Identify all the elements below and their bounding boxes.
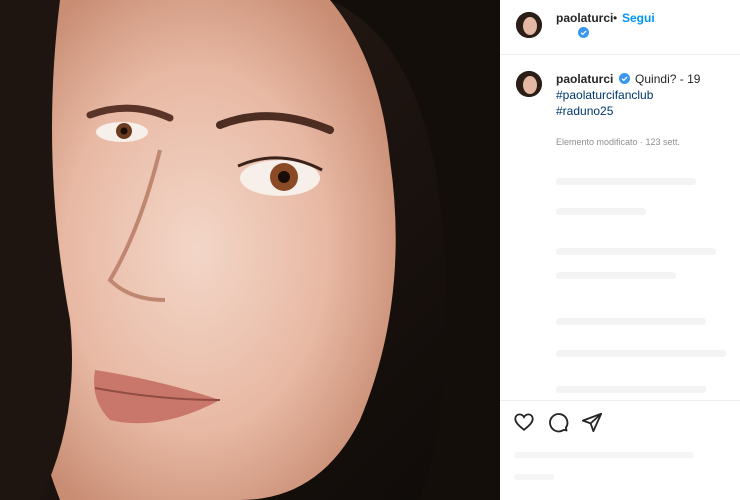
caption-avatar[interactable] — [516, 71, 542, 97]
heart-icon[interactable] — [513, 411, 535, 433]
action-bar — [500, 400, 740, 441]
faded-comment — [556, 178, 696, 185]
verified-badge-icon — [618, 73, 630, 84]
caption-username[interactable]: paolaturci — [556, 72, 613, 86]
header-separator: • — [613, 11, 618, 25]
caption-text: Quindi? - 19 — [635, 72, 701, 86]
avatar-image — [516, 12, 542, 38]
faded-comment — [556, 248, 716, 255]
post-photo[interactable] — [0, 0, 500, 500]
hashtag-link[interactable]: #raduno25 — [556, 103, 736, 119]
faded-comment — [556, 386, 706, 393]
comment-icon[interactable] — [547, 411, 569, 433]
header-username[interactable]: paolaturci — [556, 11, 613, 25]
post-sidebar: paolaturci • Segui paolaturci Quindi? - … — [500, 0, 740, 500]
post-header: paolaturci • Segui — [500, 0, 740, 55]
post-caption: paolaturci Quindi? - 19 #paolaturcifancl… — [556, 71, 736, 119]
faded-comment — [556, 318, 706, 325]
faded-comment — [556, 208, 646, 215]
portrait-image — [0, 0, 500, 500]
follow-button[interactable]: Segui — [622, 11, 655, 25]
faded-comment — [556, 272, 676, 279]
faded-comment — [556, 350, 726, 357]
edited-timestamp: Elemento modificato · 123 sett. — [556, 137, 681, 147]
verified-badge-icon — [578, 27, 589, 38]
avatar[interactable] — [516, 12, 542, 38]
faded-likes — [514, 452, 694, 458]
avatar-image — [516, 71, 542, 97]
paper-plane-icon[interactable] — [581, 411, 603, 433]
faded-date — [514, 474, 554, 480]
hashtag-link[interactable]: #paolaturcifanclub — [556, 87, 736, 103]
comments-area — [500, 160, 740, 400]
